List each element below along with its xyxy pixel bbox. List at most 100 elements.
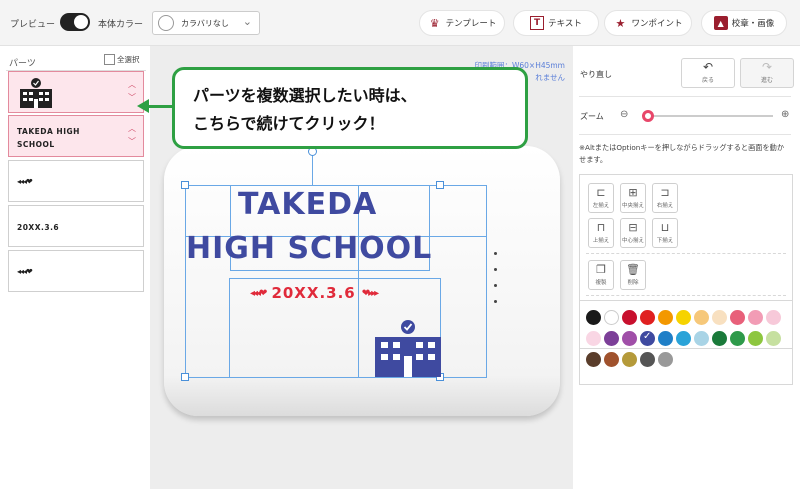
color-swatch[interactable] <box>640 310 655 325</box>
align-left-icon: ⊏ <box>596 186 606 199</box>
color-swatch[interactable] <box>748 331 763 346</box>
body-color-value: カラバリなし <box>181 19 229 28</box>
resize-handle[interactable] <box>181 181 189 189</box>
part-text-date: 20XX.3.6 <box>17 223 60 232</box>
part-item-text-school[interactable]: TAKEDA HIGH SCHOOL ︿ ﹀ <box>8 115 144 157</box>
image-button[interactable]: ▲ 校章・画像 <box>701 10 787 36</box>
resize-handle[interactable] <box>436 181 444 189</box>
date-row: ◂◂◂❤ 20XX.3.6 ❤▸▸▸ <box>250 284 379 302</box>
one-point-button[interactable]: ★ ワンポイント <box>604 10 692 36</box>
color-swatch[interactable] <box>604 310 619 325</box>
more-handle[interactable] <box>494 252 498 316</box>
zoom-track[interactable] <box>645 115 773 117</box>
select-all[interactable]: 全選択 <box>104 54 140 65</box>
color-swatch[interactable] <box>730 331 745 346</box>
preview-toggle[interactable] <box>60 13 90 31</box>
template-button-label: テンプレート <box>445 19 497 29</box>
image-button-label: 校章・画像 <box>731 19 775 29</box>
undo-button[interactable]: ↶ 戻る <box>681 58 735 88</box>
callout-arrow-icon <box>137 99 149 113</box>
color-swatch[interactable] <box>622 310 637 325</box>
color-swatch[interactable] <box>694 331 709 346</box>
color-swatch[interactable] <box>730 310 745 325</box>
zoom-out-icon[interactable]: ⊖ <box>620 109 628 120</box>
part-text-line1: TAKEDA HIGH <box>17 127 80 136</box>
warning-text: れません <box>535 73 565 82</box>
template-button[interactable]: ♛ テンプレート <box>419 10 505 36</box>
divider <box>579 96 791 97</box>
divider <box>586 295 786 296</box>
color-swatch[interactable] <box>766 331 781 346</box>
callout-arrow-shaft <box>146 105 173 108</box>
align-top-button[interactable]: ⊓ 上揃え <box>588 218 614 248</box>
redo-icon: ↷ <box>761 60 773 74</box>
star-icon: ★ <box>615 16 626 30</box>
color-swatch[interactable] <box>712 310 727 325</box>
part-item-text-date[interactable]: 20XX.3.6 <box>8 205 144 247</box>
color-swatch[interactable] <box>676 331 691 346</box>
color-swatch[interactable] <box>604 352 619 367</box>
align-left-button[interactable]: ⊏ 左揃え <box>588 183 614 213</box>
trash-icon: 🗑 <box>626 263 640 276</box>
part-item-hearts[interactable]: ◂◂◂❤ <box>8 160 144 202</box>
hearts-icon: ◂◂◂❤ <box>17 267 33 276</box>
resize-handle[interactable] <box>181 373 189 381</box>
color-swatch[interactable] <box>640 331 655 346</box>
school-building-icon <box>375 320 441 377</box>
color-swatch[interactable] <box>766 310 781 325</box>
color-swatch[interactable] <box>676 310 691 325</box>
crest-icon: ♛ <box>429 16 440 30</box>
divider <box>579 134 791 135</box>
align-right-icon: ⊐ <box>660 186 670 199</box>
redo-label: 進む <box>760 77 773 84</box>
top-toolbar: プレビュー 本体カラー カラバリなし ⌄ ♛ テンプレート T テキスト ★ ワ… <box>0 0 800 46</box>
align-center-button[interactable]: ⊞ 中央揃え <box>620 183 646 213</box>
align-left-label: 左揃え <box>592 203 610 209</box>
redo-button[interactable]: ↷ 進む <box>740 58 794 88</box>
align-bottom-button[interactable]: ⊔ 下揃え <box>652 218 678 248</box>
zoom-in-icon[interactable]: ⊕ <box>781 109 789 120</box>
parts-title: パーツ <box>9 59 36 69</box>
color-swatch[interactable] <box>622 352 637 367</box>
duplicate-button[interactable]: ❐ 複製 <box>588 260 614 290</box>
image-icon: ▲ <box>713 16 728 30</box>
color-swatch[interactable] <box>604 331 619 346</box>
text-button[interactable]: T テキスト <box>513 10 599 36</box>
color-swatch[interactable] <box>748 310 763 325</box>
color-swatch[interactable] <box>640 352 655 367</box>
drag-note: ※AltまたはOptionキーを押しながらドラッグすると画面を動かせます。 <box>579 143 785 164</box>
color-swatch[interactable] <box>586 331 601 346</box>
align-middle-icon: ⊟ <box>628 221 638 234</box>
align-center-label: 中央揃え <box>621 203 644 209</box>
reorder-arrows[interactable]: ︿ ﹀ <box>127 122 137 152</box>
align-top-label: 上揃え <box>592 238 610 244</box>
align-middle-button[interactable]: ⊟ 中心揃え <box>620 218 646 248</box>
color-swatch[interactable] <box>586 310 601 325</box>
zoom-slider-knob[interactable] <box>642 110 654 122</box>
color-swatch[interactable] <box>712 331 727 346</box>
color-swatch[interactable] <box>586 352 601 367</box>
align-bottom-icon: ⊔ <box>660 221 670 234</box>
align-top-icon: ⊓ <box>596 221 606 234</box>
hearts-left-icon: ◂◂◂❤ <box>250 287 267 299</box>
duplicate-icon: ❐ <box>596 263 606 276</box>
part-item-school-image[interactable]: ︿ ﹀ <box>8 71 144 113</box>
design-title-line2: HIGH SCHOOL <box>186 231 433 266</box>
color-palette <box>579 300 793 385</box>
delete-button[interactable]: 🗑 削除 <box>620 260 646 290</box>
color-swatch[interactable] <box>658 331 673 346</box>
color-swatch[interactable] <box>622 331 637 346</box>
zoom-label: ズーム <box>580 112 604 121</box>
part-item-hearts[interactable]: ◂◂◂❤ <box>8 250 144 292</box>
body-color-label: 本体カラー <box>98 20 144 30</box>
select-all-label: 全選択 <box>117 55 140 64</box>
select-all-checkbox[interactable] <box>104 54 115 65</box>
reorder-arrows[interactable]: ︿ ﹀ <box>127 78 137 108</box>
align-right-button[interactable]: ⊐ 右揃え <box>652 183 678 213</box>
color-swatch[interactable] <box>658 352 673 367</box>
part-text-line2: SCHOOL <box>17 140 55 149</box>
color-swatch[interactable] <box>658 310 673 325</box>
color-swatch[interactable] <box>694 310 709 325</box>
body-color-select[interactable]: カラバリなし ⌄ <box>152 11 260 35</box>
callout-line2: こちらで続けてクリック！ <box>193 114 385 133</box>
